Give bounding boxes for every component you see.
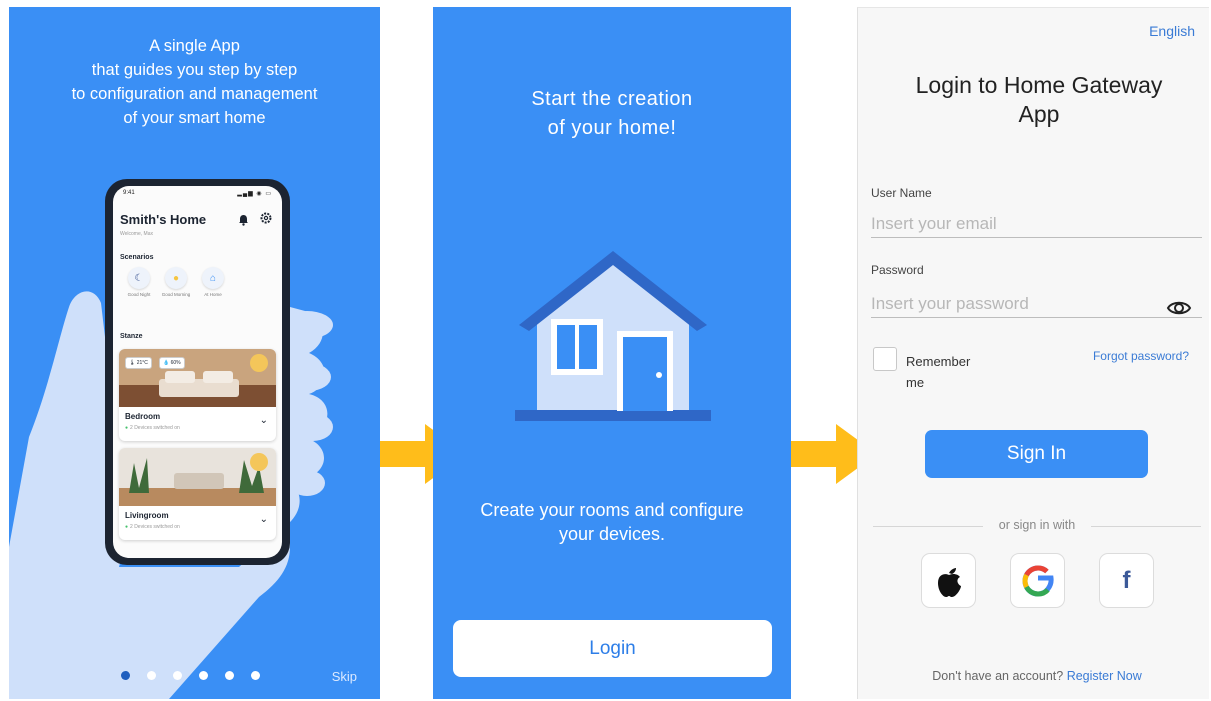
google-icon <box>1021 564 1054 597</box>
register-link[interactable]: Register Now <box>1067 669 1142 683</box>
username-input[interactable] <box>871 210 1202 238</box>
or-sign-in-label: or sign in with <box>998 518 1076 532</box>
scenario-good-night[interactable]: ☾ Good Night <box>119 267 159 297</box>
scenario-at-home[interactable]: ⌂ At Home <box>193 267 233 297</box>
skip-button[interactable]: Skip <box>332 669 357 684</box>
scenario-label: At Home <box>204 292 222 297</box>
create-subtitle-line: your devices. <box>558 524 666 544</box>
create-subtitle-line: Create your rooms and configure <box>480 500 744 520</box>
bell-icon[interactable] <box>238 214 249 226</box>
login-title-line: App <box>1018 101 1060 127</box>
sign-in-button[interactable]: Sign In <box>925 430 1148 478</box>
room-card-livingroom[interactable]: Livingroom 2 Devices switched on ⌄ <box>119 448 276 540</box>
onboarding-screen: A single App that guides you step by ste… <box>9 7 380 699</box>
temperature-badge: 🌡 21°C <box>125 357 152 369</box>
scenario-label: Good Night <box>127 292 151 297</box>
create-subtitle: Create your rooms and configure your dev… <box>433 498 791 546</box>
chevron-down-icon[interactable]: ⌄ <box>260 514 268 525</box>
room-devices: 2 Devices switched on <box>125 425 180 431</box>
eye-icon[interactable] <box>1166 298 1192 318</box>
page-dot-active[interactable] <box>121 671 130 680</box>
login-button[interactable]: Login <box>453 620 772 677</box>
pagination-dots <box>121 671 260 680</box>
google-sign-in-button[interactable] <box>1010 553 1065 608</box>
register-prompt: Don't have an account? Register Now <box>858 669 1209 683</box>
home-icon: ⌂ <box>202 267 224 289</box>
forgot-password-link[interactable]: Forgot password? <box>1093 349 1189 363</box>
page-dot[interactable] <box>225 671 234 680</box>
no-account-text: Don't have an account? <box>932 669 1064 683</box>
house-illustration <box>515 251 711 421</box>
gear-icon[interactable] <box>260 212 272 224</box>
facebook-icon: f <box>1122 566 1131 594</box>
scenario-label: Good Morning <box>161 292 191 297</box>
phone-screen: 9:41 ▂▄▆ ◉ ▭ Smith's Home Welcome, Max S… <box>113 186 282 558</box>
username-label: User Name <box>871 186 932 200</box>
divider <box>1091 526 1201 527</box>
facebook-sign-in-button[interactable]: f <box>1099 553 1154 608</box>
chevron-down-icon[interactable]: ⌄ <box>260 415 268 426</box>
rooms-label: Stanze <box>120 333 143 340</box>
scenario-good-morning[interactable]: ● Good Morning <box>156 267 196 297</box>
language-selector[interactable]: English <box>1149 23 1195 39</box>
room-name: Livingroom <box>125 511 169 520</box>
phone-mockup: 9:41 ▂▄▆ ◉ ▭ Smith's Home Welcome, Max S… <box>105 179 290 565</box>
home-subtitle: Welcome, Max <box>120 231 153 237</box>
livingroom-photo <box>119 448 276 506</box>
moon-icon: ☾ <box>128 267 150 289</box>
apple-icon <box>937 567 961 597</box>
create-home-screen: Start the creation of your home! Create … <box>433 7 791 699</box>
status-time: 9:41 <box>123 190 135 196</box>
remember-label: Remember me <box>906 354 971 390</box>
home-title: Smith's Home <box>120 212 207 227</box>
room-name: Bedroom <box>125 412 161 421</box>
apple-sign-in-button[interactable] <box>921 553 976 608</box>
create-title-line: Start the creation <box>531 88 693 110</box>
room-devices: 2 Devices switched on <box>125 524 180 530</box>
create-title: Start the creation of your home! <box>433 85 791 143</box>
create-title-line: of your home! <box>547 117 677 139</box>
scenarios-label: Scenarios <box>120 254 154 261</box>
login-title-line: Login to Home Gateway <box>915 72 1163 98</box>
login-title: Login to Home Gateway App <box>858 71 1209 129</box>
password-input[interactable] <box>871 290 1202 318</box>
page-dot[interactable] <box>251 671 260 680</box>
room-card-bedroom[interactable]: 🌡 21°C 💧 60% Bedroom 2 Devices switched … <box>119 349 276 441</box>
page-dot[interactable] <box>199 671 208 680</box>
humidity-badge: 💧 60% <box>159 357 185 369</box>
status-icons: ▂▄▆ ◉ ▭ <box>237 191 272 197</box>
page-dot[interactable] <box>173 671 182 680</box>
sun-icon: ● <box>165 267 187 289</box>
page-dot[interactable] <box>147 671 156 680</box>
login-screen: English Login to Home Gateway App User N… <box>857 7 1209 699</box>
password-label: Password <box>871 263 924 277</box>
remember-checkbox[interactable] <box>873 347 897 371</box>
